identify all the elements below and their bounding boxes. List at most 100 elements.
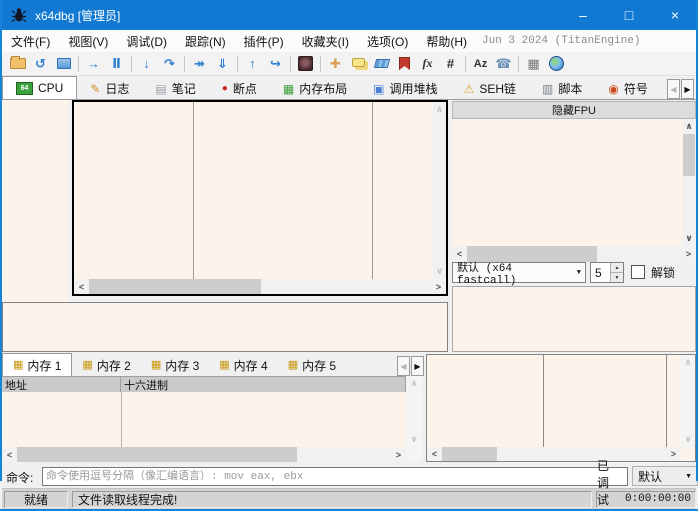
trace-into-button[interactable]: ⇓: [211, 54, 234, 74]
spin-down-button[interactable]: ▼: [611, 273, 623, 282]
close-debuggee-button[interactable]: [52, 54, 75, 74]
menu-plugins[interactable]: 插件(P): [235, 30, 293, 52]
arguments-view[interactable]: [452, 286, 696, 352]
handles-button[interactable]: ☎: [492, 54, 515, 74]
tab-scroll-right-button[interactable]: ▶: [681, 79, 694, 99]
menu-options[interactable]: 选项(O): [358, 30, 417, 52]
tab-symbols[interactable]: ◉符号: [595, 78, 661, 99]
tab-memory-4[interactable]: ▦内存 4: [209, 355, 277, 376]
menu-help[interactable]: 帮助(H): [417, 30, 476, 52]
tab-cpu[interactable]: 64CPU: [2, 76, 77, 99]
scrollbar-thumb[interactable]: [89, 279, 261, 294]
registers-vertical-scrollbar[interactable]: ∧ ∨: [682, 119, 696, 246]
command-input[interactable]: [42, 467, 628, 486]
title-bar[interactable]: x64dbg [管理员] – □ ×: [0, 0, 698, 30]
globe-button[interactable]: [545, 54, 568, 74]
tab-memory-5[interactable]: ▦内存 5: [278, 355, 346, 376]
tab-memory-map[interactable]: ▦内存布局: [270, 78, 360, 99]
info-box[interactable]: [2, 302, 448, 352]
menu-file[interactable]: 文件(F): [2, 30, 59, 52]
pause-button[interactable]: Ⅱ: [105, 54, 128, 74]
tab-memory-2[interactable]: ▦内存 2: [72, 355, 140, 376]
scrollbar-thumb[interactable]: [683, 134, 695, 176]
scroll-down-arrow[interactable]: ∨: [681, 432, 696, 447]
cpu-side-panel[interactable]: [2, 100, 68, 302]
scroll-right-arrow[interactable]: >: [666, 447, 681, 462]
tab-memory-3[interactable]: ▦内存 3: [141, 355, 209, 376]
disasm-vertical-scrollbar[interactable]: ∧ ∨: [433, 102, 446, 279]
log-icon: ✎: [90, 83, 100, 95]
scroll-right-arrow[interactable]: >: [391, 447, 406, 462]
scroll-right-arrow[interactable]: >: [681, 247, 696, 262]
scrollbar-thumb[interactable]: [442, 447, 497, 461]
minimize-button[interactable]: –: [560, 0, 606, 30]
calculator-button[interactable]: ▦: [522, 54, 545, 74]
bookmarks-button[interactable]: [393, 54, 416, 74]
column-address[interactable]: 地址: [2, 377, 121, 392]
scroll-left-arrow[interactable]: <: [74, 279, 89, 294]
execute-till-return-button[interactable]: ↑: [241, 54, 264, 74]
menu-view[interactable]: 视图(V): [59, 30, 117, 52]
run-to-user-code-button[interactable]: ↪: [264, 54, 287, 74]
window-title: x64dbg [管理员]: [35, 7, 120, 24]
animate-into-button[interactable]: ↠: [188, 54, 211, 74]
restart-button[interactable]: ↺: [29, 54, 52, 74]
menu-debug[interactable]: 调试(D): [117, 30, 176, 52]
scroll-down-arrow[interactable]: ∨: [407, 432, 422, 447]
tab-log[interactable]: ✎日志: [77, 78, 142, 99]
stack-view[interactable]: ∧ ∨ < >: [426, 354, 696, 462]
step-over-button[interactable]: ↷: [158, 54, 181, 74]
tab-seh[interactable]: ⚠SEH链: [451, 78, 529, 99]
scroll-down-arrow[interactable]: ∨: [432, 264, 447, 279]
open-file-button[interactable]: [6, 54, 29, 74]
step-into-button[interactable]: ↓: [135, 54, 158, 74]
argument-count-stepper[interactable]: 5 ▲ ▼: [590, 262, 624, 283]
maximize-button[interactable]: □: [606, 0, 652, 30]
dump-tab-scroll-right-button[interactable]: ▶: [411, 356, 424, 376]
stack-horizontal-scrollbar[interactable]: < >: [427, 447, 681, 461]
command-bar: 命令: 默认 ▼: [2, 465, 696, 488]
dump-vertical-scrollbar[interactable]: ∧ ∨: [406, 376, 422, 447]
scroll-up-arrow[interactable]: ∧: [407, 376, 422, 391]
comments-hash-button[interactable]: #: [439, 54, 462, 74]
tab-memory-1[interactable]: ▦内存 1: [2, 353, 72, 376]
unlock-checkbox[interactable]: [631, 265, 645, 279]
hide-fpu-button[interactable]: 隐藏FPU: [452, 101, 696, 119]
dump-horizontal-scrollbar[interactable]: < >: [2, 447, 406, 462]
scrollbar-corner: [406, 447, 422, 462]
column-hex[interactable]: 十六进制: [121, 377, 406, 392]
scroll-left-arrow[interactable]: <: [427, 447, 442, 462]
tab-scroll-left-button[interactable]: ◀: [667, 79, 680, 99]
scylla-button[interactable]: [294, 54, 317, 74]
scroll-left-arrow[interactable]: <: [2, 447, 17, 462]
dump-table-body[interactable]: [2, 392, 406, 447]
tab-call-stack[interactable]: ▣调用堆栈: [360, 78, 450, 99]
scroll-up-arrow[interactable]: ∧: [681, 355, 696, 370]
tab-notes[interactable]: ▤笔记: [142, 78, 208, 99]
command-profile-select[interactable]: 默认 ▼: [632, 466, 698, 486]
close-button[interactable]: ×: [652, 0, 698, 30]
menu-favourites[interactable]: 收藏夹(I): [293, 30, 358, 52]
scrollbar-thumb[interactable]: [17, 447, 297, 462]
disasm-horizontal-scrollbar[interactable]: < >: [74, 279, 446, 294]
menu-trace[interactable]: 跟踪(N): [176, 30, 235, 52]
scroll-right-arrow[interactable]: >: [431, 279, 446, 294]
scroll-up-arrow[interactable]: ∧: [432, 102, 447, 117]
patches-button[interactable]: ✚: [324, 54, 347, 74]
spin-up-button[interactable]: ▲: [611, 263, 623, 273]
scroll-up-arrow[interactable]: ∧: [682, 119, 697, 134]
registers-view[interactable]: [452, 119, 682, 246]
comments-button[interactable]: [347, 54, 370, 74]
strings-button[interactable]: Az: [469, 54, 492, 74]
tab-script[interactable]: ▥脚本: [529, 78, 595, 99]
build-info-text: Jun 3 2024 (TitanEngine): [482, 35, 640, 47]
scroll-down-arrow[interactable]: ∨: [682, 231, 697, 246]
run-button[interactable]: →: [82, 54, 105, 74]
calling-convention-select[interactable]: 默认 (x64 fastcall) ▼: [452, 262, 586, 283]
dump-tab-scroll-left-button[interactable]: ◀: [397, 356, 410, 376]
tab-breakpoints[interactable]: ●断点: [209, 78, 270, 99]
stack-vertical-scrollbar[interactable]: ∧ ∨: [681, 355, 695, 447]
functions-button[interactable]: fx: [416, 54, 439, 74]
labels-button[interactable]: [370, 54, 393, 74]
disassembly-view[interactable]: ∧ ∨ < >: [72, 100, 448, 296]
